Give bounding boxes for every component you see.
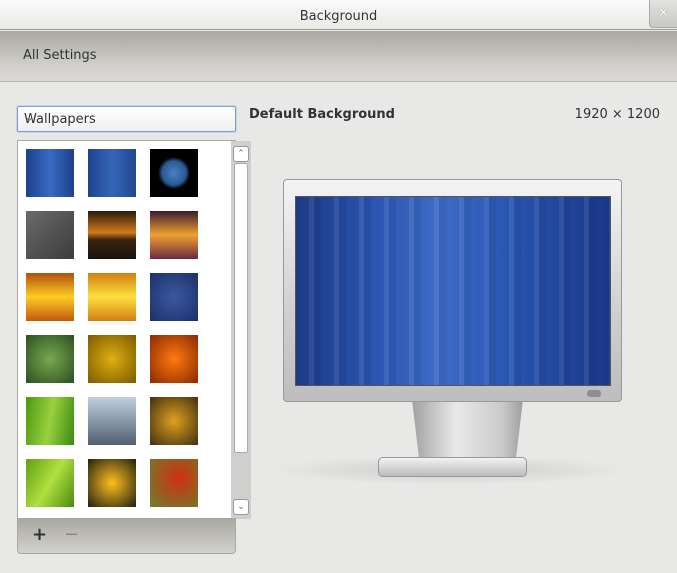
wallpaper-thumbnail[interactable] (88, 335, 136, 383)
list-toolbar: + − (17, 518, 236, 554)
wallpaper-thumbnail[interactable] (88, 397, 136, 445)
wallpaper-list: ⌃ ⌄ (17, 140, 251, 519)
wallpaper-thumbnail[interactable] (150, 459, 198, 507)
background-name: Default Background (249, 107, 395, 122)
wallpaper-thumbnail[interactable] (88, 273, 136, 321)
background-resolution: 1920 × 1200 (574, 107, 660, 122)
title-bar: Background ✕ (0, 0, 677, 30)
monitor-stand (412, 402, 523, 460)
wallpaper-thumbnail[interactable] (88, 459, 136, 507)
wallpaper-thumbnail[interactable] (150, 149, 198, 197)
source-combo[interactable]: Wallpapers ⌄ (17, 106, 236, 132)
monitor-base (378, 457, 527, 477)
wallpaper-thumbnail[interactable] (88, 211, 136, 259)
wallpaper-thumbnail[interactable] (26, 335, 74, 383)
toolbar: All Settings (0, 31, 677, 82)
wallpaper-thumbnail[interactable] (26, 397, 74, 445)
wallpaper-preview (295, 196, 611, 386)
remove-button[interactable]: − (64, 524, 79, 545)
close-icon[interactable]: ✕ (649, 0, 677, 28)
wallpaper-thumbnail[interactable] (150, 335, 198, 383)
wallpaper-thumbnail[interactable] (26, 459, 74, 507)
wallpaper-thumbnail[interactable] (150, 273, 198, 321)
wallpaper-thumbnail[interactable] (26, 149, 74, 197)
wallpaper-thumbnail[interactable] (150, 397, 198, 445)
wallpaper-thumbnail[interactable] (150, 211, 198, 259)
wallpaper-thumbnail[interactable] (26, 211, 74, 259)
all-settings-button[interactable]: All Settings (23, 48, 97, 63)
window-title: Background (299, 9, 378, 24)
scrollbar-thumb[interactable] (234, 163, 248, 453)
scrollbar[interactable]: ⌃ ⌄ (231, 141, 251, 519)
scroll-down-button[interactable]: ⌄ (233, 499, 249, 515)
add-button[interactable]: + (32, 524, 47, 545)
scroll-up-button[interactable]: ⌃ (233, 146, 249, 162)
wallpaper-thumbnail[interactable] (88, 149, 136, 197)
chevron-down-icon: ⌄ (24, 110, 35, 124)
monitor-preview (283, 179, 622, 402)
wallpaper-thumbnail[interactable] (26, 273, 74, 321)
power-led (587, 390, 601, 397)
